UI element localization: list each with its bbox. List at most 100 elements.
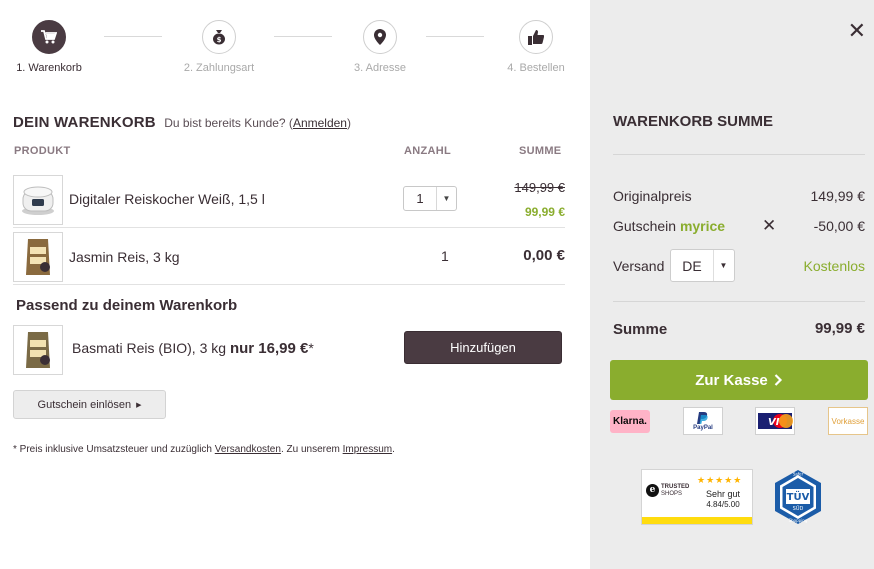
- step-connector: [274, 36, 332, 37]
- tuv-bottom: Shopping: [789, 518, 808, 523]
- total-value: 99,99 €: [814, 320, 865, 337]
- shipping-costs-link[interactable]: Versandkosten: [215, 444, 281, 455]
- item-name[interactable]: Jasmin Reis, 3 kg: [69, 249, 179, 265]
- step-label: 2. Zahlungsart: [183, 62, 255, 74]
- price-prefix: nur: [229, 340, 255, 357]
- original-price-value: 149,99 €: [810, 188, 866, 204]
- add-to-cart-button[interactable]: Hinzufügen: [404, 331, 562, 364]
- checkout-label: Zur Kasse: [695, 371, 768, 389]
- star-rating-icon: ★★★★★: [697, 475, 743, 485]
- cart-heading: DEIN WARENKORB: [13, 114, 156, 131]
- klarna-logo: Klarna.: [610, 410, 650, 433]
- item-name[interactable]: Digitaler Reiskocher Weiß, 1,5 l: [69, 191, 265, 207]
- svg-text:$: $: [217, 36, 222, 44]
- chevron-down-icon: ▼: [713, 250, 733, 281]
- suggestion-name[interactable]: Basmati Reis (BIO), 3 kg nur 16,99 €*: [72, 340, 314, 357]
- checkout-button[interactable]: Zur Kasse: [610, 360, 868, 400]
- cart-title: DEIN WARENKORB Du bist bereits Kunde? (A…: [13, 114, 351, 131]
- trusted-shops-icon: e: [646, 484, 659, 498]
- footnote-text: .: [392, 444, 395, 455]
- voucher-label: Gutschein einlösen: [37, 398, 132, 411]
- summary-title: WARENKORB SUMME: [613, 113, 773, 130]
- remove-coupon-icon[interactable]: ✕: [762, 216, 776, 236]
- paypal-label: PayPal: [693, 425, 713, 431]
- basmati-rice-thumbnail[interactable]: [13, 325, 63, 375]
- svg-text:VI: VI: [768, 417, 780, 428]
- quantity-select[interactable]: 1 ▼: [403, 186, 457, 211]
- original-price: 149,99 €: [514, 180, 565, 195]
- voucher-button[interactable]: Gutschein einlösen ▶: [13, 390, 166, 419]
- tuv-sub: SÜD: [793, 505, 804, 512]
- divider: [613, 301, 865, 302]
- header-sum: SUMME: [519, 145, 562, 157]
- price-value: 16,99 €: [258, 340, 309, 357]
- close-icon[interactable]: ✕: [848, 18, 866, 44]
- total-label: Summe: [613, 321, 668, 338]
- rice-cooker-thumbnail[interactable]: [13, 175, 63, 225]
- asterisk: *: [308, 340, 314, 356]
- shipping-label: Versand: [613, 258, 665, 274]
- jasmine-rice-thumbnail[interactable]: [13, 232, 63, 282]
- chevron-down-icon: ▼: [436, 187, 456, 210]
- country-value: DE: [682, 257, 702, 274]
- discounted-price: 99,99 €: [524, 205, 565, 219]
- trusted-brand: TRUSTED SHOPS: [661, 484, 689, 497]
- step-connector: [104, 36, 162, 37]
- vorkasse-logo: Vorkasse: [828, 407, 868, 435]
- step-payment[interactable]: $ 2. Zahlungsart: [183, 20, 255, 74]
- badge-bar: [642, 517, 752, 524]
- quantity-value: 1: [441, 248, 449, 264]
- divider: [13, 227, 565, 228]
- step-connector: [426, 36, 484, 37]
- step-order[interactable]: 4. Bestellen: [505, 20, 567, 74]
- coupon-row: Gutschein myrice: [613, 218, 725, 234]
- brand-line: TRUSTED: [661, 484, 690, 490]
- tuv-badge[interactable]: TÜV SÜD Safer Shopping: [770, 469, 826, 525]
- suggestion-title: Passend zu deinem Warenkorb: [16, 297, 238, 314]
- original-price-label: Originalpreis: [613, 188, 692, 204]
- step-label: 4. Bestellen: [507, 62, 565, 74]
- trusted-shops-badge[interactable]: e TRUSTED SHOPS ★★★★★ Sehr gut 4.84/5.00: [641, 469, 753, 525]
- coupon-label: Gutschein: [613, 218, 677, 234]
- step-label: 3. Adresse: [354, 62, 406, 74]
- map-pin-icon: [363, 20, 397, 54]
- paypal-logo: PayPal: [683, 407, 723, 435]
- suggestion-product: Basmati Reis (BIO), 3 kg: [72, 340, 227, 356]
- header-product: PRODUKT: [14, 145, 71, 157]
- login-link[interactable]: Anmelden: [293, 116, 347, 130]
- quantity-value: 1: [416, 191, 424, 206]
- chevron-right-icon: [774, 374, 782, 386]
- header-quantity: ANZAHL: [404, 145, 452, 157]
- imprint-link[interactable]: Impressum: [343, 444, 392, 455]
- thumbs-up-icon: [519, 20, 553, 54]
- footnote-text: . Zu unserem: [280, 444, 343, 455]
- cart-icon: [32, 20, 66, 54]
- brand-line: SHOPS: [661, 490, 683, 497]
- visa-mastercard-logo: VI: [755, 407, 795, 435]
- step-label: 1. Warenkorb: [16, 62, 82, 74]
- footnote: * Preis inklusive Umsatzsteuer und zuzüg…: [13, 444, 395, 455]
- tuv-mark: TÜV: [787, 489, 810, 503]
- step-cart[interactable]: 1. Warenkorb: [14, 20, 84, 74]
- suggestion-price: nur 16,99 €: [230, 340, 308, 357]
- rating-score: 4.84/5.00: [706, 500, 740, 509]
- trusted-shops-logo: e TRUSTED SHOPS: [646, 484, 692, 498]
- coupon-code: myrice: [679, 218, 726, 234]
- divider: [613, 154, 865, 155]
- prompt-end: ): [346, 116, 351, 130]
- divider: [13, 284, 565, 285]
- triangle-right-icon: ▶: [136, 401, 142, 409]
- customer-prompt: Du bist bereits Kunde? (Anmelden): [164, 116, 351, 130]
- cart-panel: 1. Warenkorb $ 2. Zahlungsart 3. Adresse…: [0, 0, 590, 569]
- customer-prompt-text: Du bist bereits Kunde? (: [164, 116, 293, 130]
- paypal-icon: [697, 412, 708, 424]
- money-bag-icon: $: [202, 20, 236, 54]
- country-select[interactable]: DE ▼: [670, 249, 735, 282]
- checkout-steps: 1. Warenkorb $ 2. Zahlungsart 3. Adresse…: [0, 20, 590, 80]
- shipping-value: Kostenlos: [803, 258, 865, 274]
- rating-text: Sehr gut: [705, 489, 741, 499]
- item-price: 0,00 €: [523, 247, 565, 264]
- coupon-value: -50,00 €: [813, 218, 865, 234]
- step-address[interactable]: 3. Adresse: [350, 20, 410, 74]
- tuv-top: Safer: [793, 472, 804, 477]
